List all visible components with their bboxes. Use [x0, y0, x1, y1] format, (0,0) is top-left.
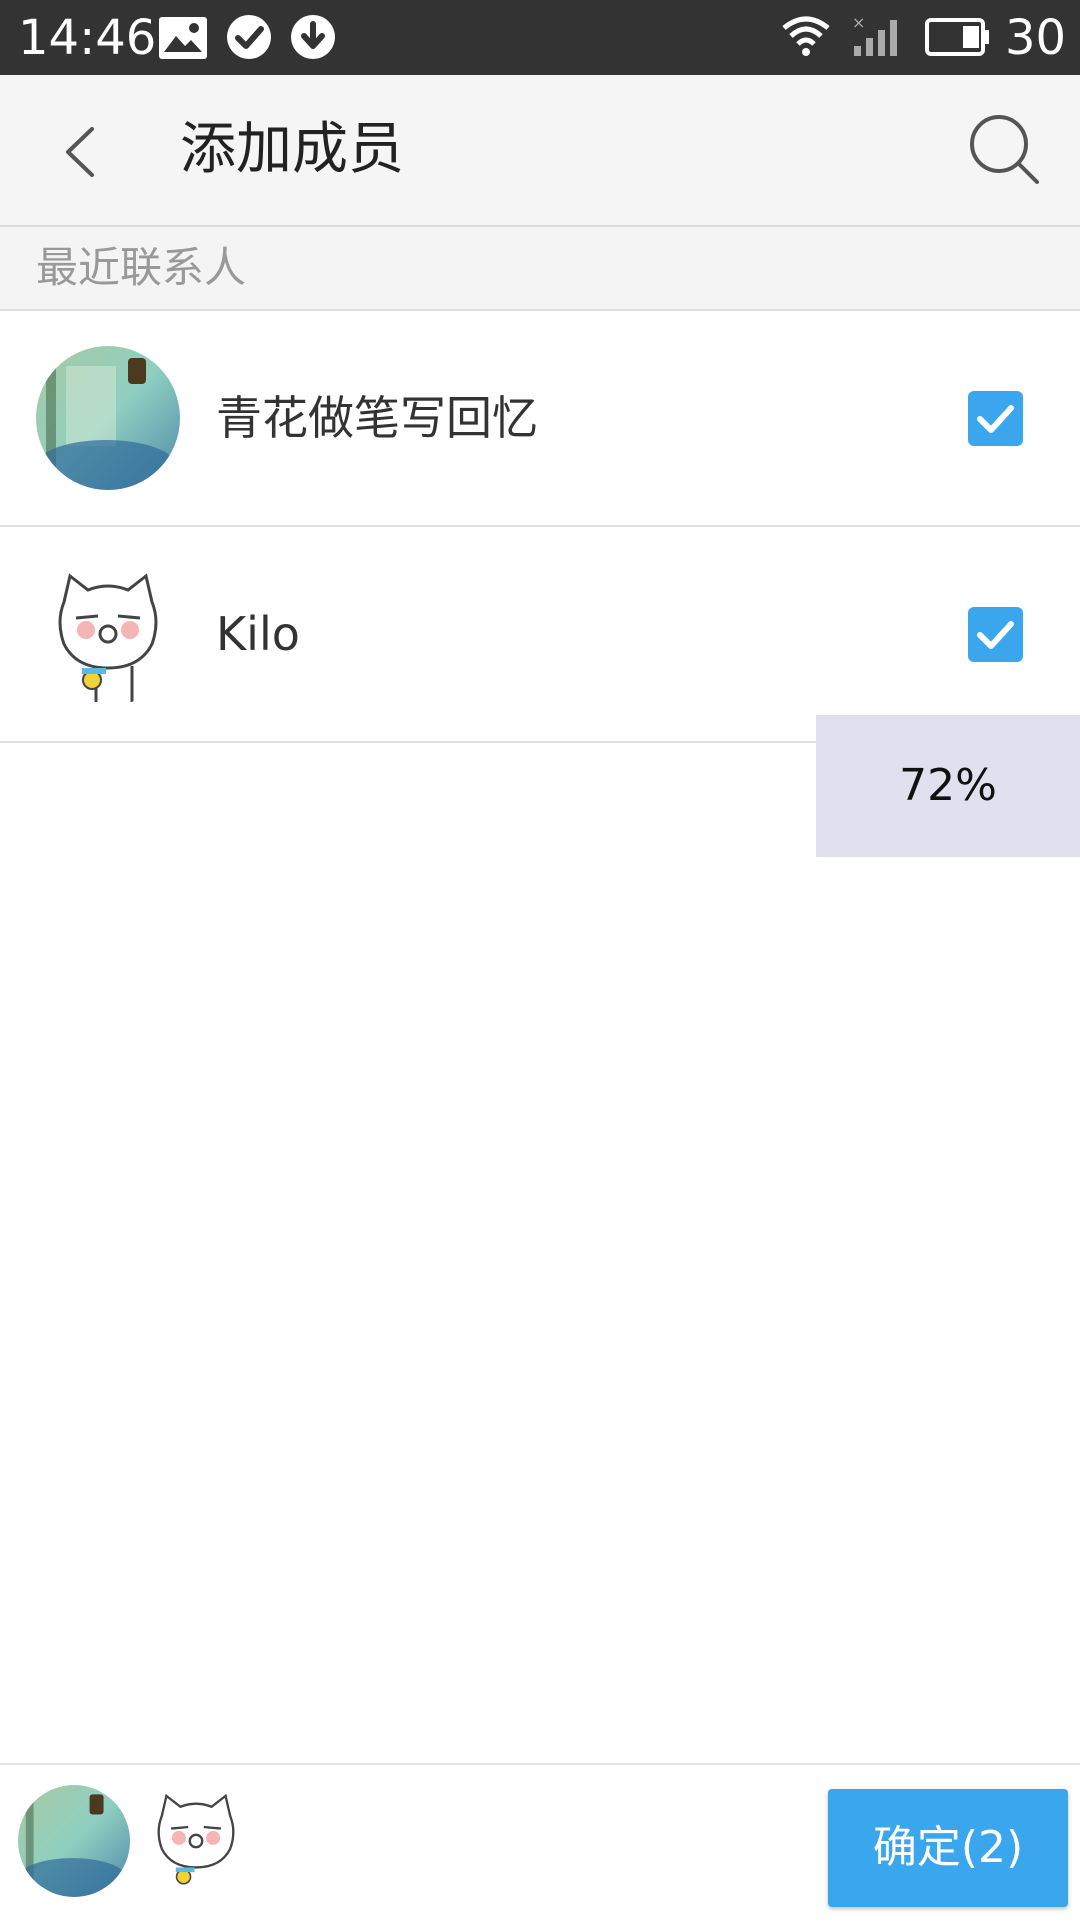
- image-icon: [158, 16, 208, 64]
- contact-name: Kilo: [216, 607, 300, 661]
- wifi-icon: [782, 14, 830, 62]
- avatar: [36, 346, 180, 490]
- battery-icon: [925, 18, 991, 60]
- confirm-button[interactable]: 确定(2): [828, 1789, 1068, 1907]
- contact-row[interactable]: 青花做笔写回忆: [0, 311, 1080, 527]
- check-circle-icon: [226, 14, 272, 64]
- section-header: 最近联系人: [0, 227, 1080, 311]
- scroll-percent-label: 72%: [899, 760, 997, 811]
- search-button[interactable]: [965, 110, 1045, 190]
- checkmark-icon: [977, 621, 1014, 649]
- status-time: 14:46: [18, 10, 157, 66]
- search-icon: [970, 115, 1039, 184]
- chevron-left-icon: [66, 127, 94, 177]
- contact-name: 青花做笔写回忆: [216, 391, 538, 445]
- page-title: 添加成员: [180, 117, 404, 182]
- checkmark-icon: [977, 405, 1014, 433]
- avatar: [36, 562, 180, 706]
- selected-avatar[interactable]: [18, 1785, 130, 1897]
- section-label-recent-contacts: 最近联系人: [36, 243, 247, 292]
- battery-level: 30: [1005, 10, 1067, 66]
- contact-row[interactable]: Kilo: [0, 527, 1080, 743]
- back-button[interactable]: [44, 105, 134, 195]
- contact-checkbox[interactable]: [968, 391, 1023, 446]
- app-bar: 添加成员: [0, 75, 1080, 227]
- bottom-bar: 确定(2): [0, 1763, 1080, 1922]
- cell-signal-icon: ×: [852, 13, 906, 62]
- scroll-position-indicator: 72%: [816, 715, 1080, 857]
- contact-checkbox[interactable]: [968, 607, 1023, 662]
- selected-avatar[interactable]: [140, 1785, 252, 1897]
- download-icon: [290, 14, 336, 64]
- status-bar: 14:46 × 30: [0, 0, 1080, 75]
- svg-text:×: ×: [852, 14, 865, 32]
